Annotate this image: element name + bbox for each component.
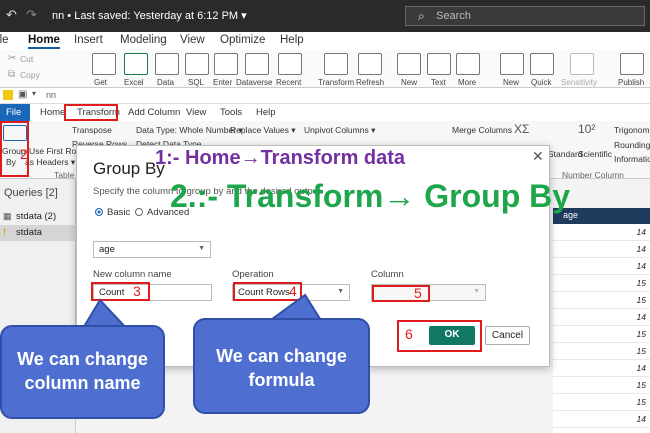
callout-formula-text: We can change formula [216, 346, 347, 391]
callout-formula: We can change formula [193, 318, 370, 414]
callout-column-name-text: We can change column name [17, 349, 148, 394]
callout-column-name: We can change column name [0, 325, 165, 419]
